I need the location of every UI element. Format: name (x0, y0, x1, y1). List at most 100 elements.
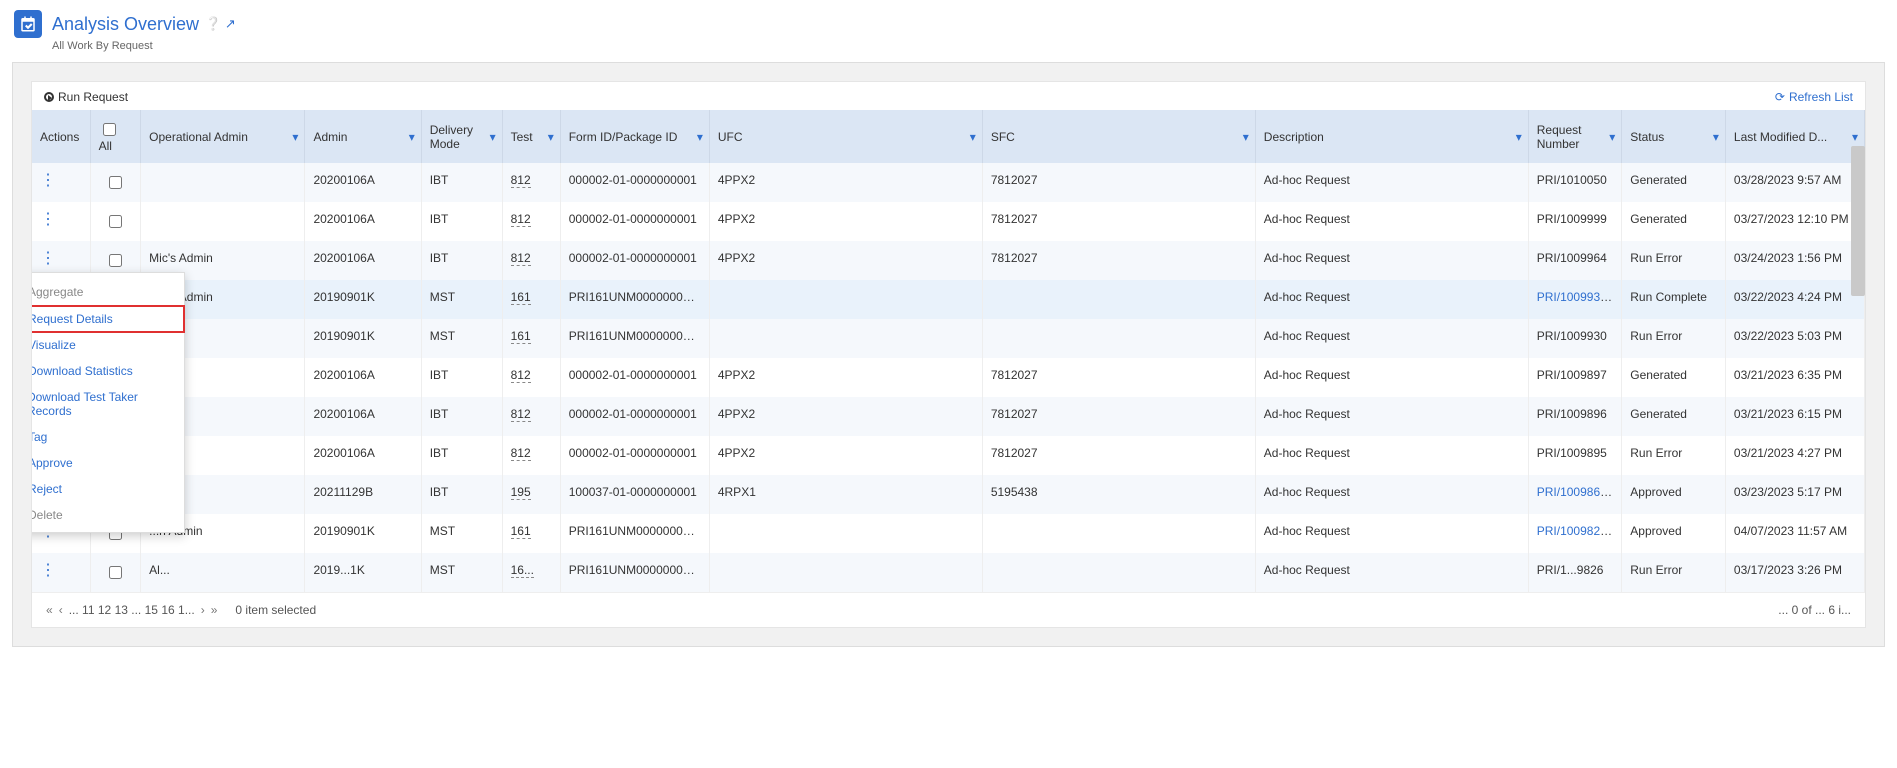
table-row[interactable]: ⋮Al...2019...1KMST16...PRI161UNM00000000… (32, 553, 1865, 592)
table-row[interactable]: ⋮...n Admin20190901KMST161PRI161UNM00000… (32, 514, 1865, 553)
table-row[interactable]: ⋮Mic's Admin20200106AIBT812000002-01-000… (32, 241, 1865, 280)
pager-page[interactable]: ... (131, 603, 141, 617)
col-sfc[interactable]: SFC▾ (982, 110, 1255, 163)
menu-request-details[interactable]: 👁Request Details (32, 306, 184, 332)
table-row[interactable]: ⋮Mic's Admin20190901KMST161PRI161UNM0000… (32, 280, 1865, 319)
menu-download-statistics[interactable]: ⬇Download Statistics (32, 358, 184, 384)
cell-desc: Ad-hoc Request (1255, 241, 1528, 280)
filter-icon[interactable]: ▾ (1713, 130, 1719, 144)
filter-icon[interactable]: ▾ (970, 130, 976, 144)
help-icon[interactable]: ❔ (205, 16, 221, 31)
menu-visualize[interactable]: 📈Visualize (32, 332, 184, 358)
row-actions-button[interactable]: ⋮ (40, 562, 56, 579)
cell-ufc (709, 280, 982, 319)
col-lastmod[interactable]: Last Modified D...▾ (1725, 110, 1864, 163)
menu-approve[interactable]: ✔Approve (32, 450, 184, 476)
test-link[interactable]: 161 (511, 290, 531, 305)
col-delmode[interactable]: Delivery Mode▾ (421, 110, 502, 163)
cell-delmode: MST (421, 319, 502, 358)
cell-lastmod: 03/22/2023 4:24 PM (1725, 280, 1864, 319)
pager-page[interactable]: 12 (98, 603, 111, 617)
cell-admin: 20200106A (305, 397, 421, 436)
row-checkbox[interactable] (109, 215, 122, 228)
col-opadmin[interactable]: Operational Admin▾ (141, 110, 305, 163)
test-link[interactable]: 812 (511, 446, 531, 461)
menu-aggregate[interactable]: ⒶAggregate (32, 277, 184, 306)
cell-desc: Ad-hoc Request (1255, 280, 1528, 319)
request-number-link[interactable]: PRI/1009827↗ (1537, 524, 1617, 538)
select-all-checkbox[interactable] (103, 123, 116, 136)
row-checkbox[interactable] (109, 566, 122, 579)
pager-page[interactable]: 15 (145, 603, 158, 617)
popout-icon: ↗ (1609, 527, 1617, 538)
filter-icon[interactable]: ▾ (548, 130, 554, 144)
cell-lastmod: 03/22/2023 5:03 PM (1725, 319, 1864, 358)
cell-test: 812 (502, 397, 560, 436)
table-row[interactable]: ⋮20200106AIBT812000002-01-00000000014PPX… (32, 436, 1865, 475)
table-row[interactable]: ⋮...dmin20190901KMST161PRI161UNM00000000… (32, 319, 1865, 358)
popout-icon: ↗ (1609, 293, 1617, 304)
table-row[interactable]: ⋮20200106AIBT812000002-01-00000000014PPX… (32, 202, 1865, 241)
pager-next[interactable]: › (201, 603, 205, 617)
cell-lastmod: 03/21/2023 4:27 PM (1725, 436, 1864, 475)
test-link[interactable]: 812 (511, 173, 531, 188)
pager-first[interactable]: « (46, 603, 53, 617)
test-link[interactable]: 812 (511, 407, 531, 422)
filter-icon[interactable]: ▾ (1516, 130, 1522, 144)
test-link[interactable]: 812 (511, 368, 531, 383)
test-link[interactable]: 16... (511, 563, 534, 578)
pager-page[interactable]: 13 (115, 603, 128, 617)
cell-desc: Ad-hoc Request (1255, 436, 1528, 475)
col-reqnum[interactable]: Request Number▾ (1528, 110, 1622, 163)
cell-sfc: 7812027 (982, 397, 1255, 436)
row-actions-button[interactable]: ⋮ (40, 250, 56, 267)
pager-page[interactable]: 11 (82, 603, 94, 617)
filter-icon[interactable]: ▾ (409, 130, 415, 144)
filter-icon[interactable]: ▾ (1243, 130, 1249, 144)
col-test[interactable]: Test▾ (502, 110, 560, 163)
row-checkbox[interactable] (109, 176, 122, 189)
test-link[interactable]: 812 (511, 251, 531, 266)
row-actions-button[interactable]: ⋮ (40, 172, 56, 189)
row-checkbox[interactable] (109, 254, 122, 267)
run-request-button[interactable]: Run Request (44, 90, 128, 104)
filter-icon[interactable]: ▾ (697, 130, 703, 144)
filter-icon[interactable]: ▾ (292, 130, 298, 144)
filter-icon[interactable]: ▾ (1609, 130, 1615, 144)
menu-tag[interactable]: 🏷Tag (32, 424, 184, 450)
cell-select (90, 163, 141, 202)
table-row[interactable]: ⋮20200106AIBT812000002-01-00000000014PPX… (32, 163, 1865, 202)
menu-download-records[interactable]: ⬇Download Test Taker Records (32, 384, 184, 424)
request-number-link[interactable]: PRI/1009862↗ (1537, 485, 1617, 499)
test-link[interactable]: 812 (511, 212, 531, 227)
pager-page[interactable]: 16 (161, 603, 174, 617)
refresh-list-button[interactable]: ⟳ Refresh List (1775, 90, 1853, 104)
pager-prev[interactable]: ‹ (59, 603, 63, 617)
popout-icon[interactable]: ↗ (225, 16, 236, 31)
col-ufc[interactable]: UFC▾ (709, 110, 982, 163)
menu-reject[interactable]: ✖Reject (32, 476, 184, 502)
cell-status: Generated (1622, 358, 1726, 397)
table-row[interactable]: ⋮...dmin20211129BIBT195100037-01-0000000… (32, 475, 1865, 514)
pager-page[interactable]: ... (69, 603, 79, 617)
test-link[interactable]: 161 (511, 524, 531, 539)
menu-delete[interactable]: 🗑Delete (32, 502, 184, 528)
filter-icon[interactable]: ▾ (490, 130, 496, 144)
cell-admin: 20190901K (305, 319, 421, 358)
col-form[interactable]: Form ID/Package ID▾ (560, 110, 709, 163)
col-status[interactable]: Status▾ (1622, 110, 1726, 163)
col-all[interactable]: All (90, 110, 141, 163)
table-row[interactable]: ⋮20200106AIBT812000002-01-00000000014PPX… (32, 358, 1865, 397)
col-admin[interactable]: Admin▾ (305, 110, 421, 163)
request-number-link[interactable]: PRI/1009931↗ (1537, 290, 1617, 304)
cell-test: 812 (502, 358, 560, 397)
table-row[interactable]: ⋮20200106AIBT812000002-01-00000000014PPX… (32, 397, 1865, 436)
test-link[interactable]: 195 (511, 485, 531, 500)
pager-page[interactable]: 1... (178, 603, 195, 617)
pager-last[interactable]: » (211, 603, 218, 617)
scrollbar-thumb[interactable] (1851, 146, 1865, 296)
col-desc[interactable]: Description▾ (1255, 110, 1528, 163)
row-actions-button[interactable]: ⋮ (40, 211, 56, 228)
filter-icon[interactable]: ▾ (1852, 130, 1858, 144)
test-link[interactable]: 161 (511, 329, 531, 344)
